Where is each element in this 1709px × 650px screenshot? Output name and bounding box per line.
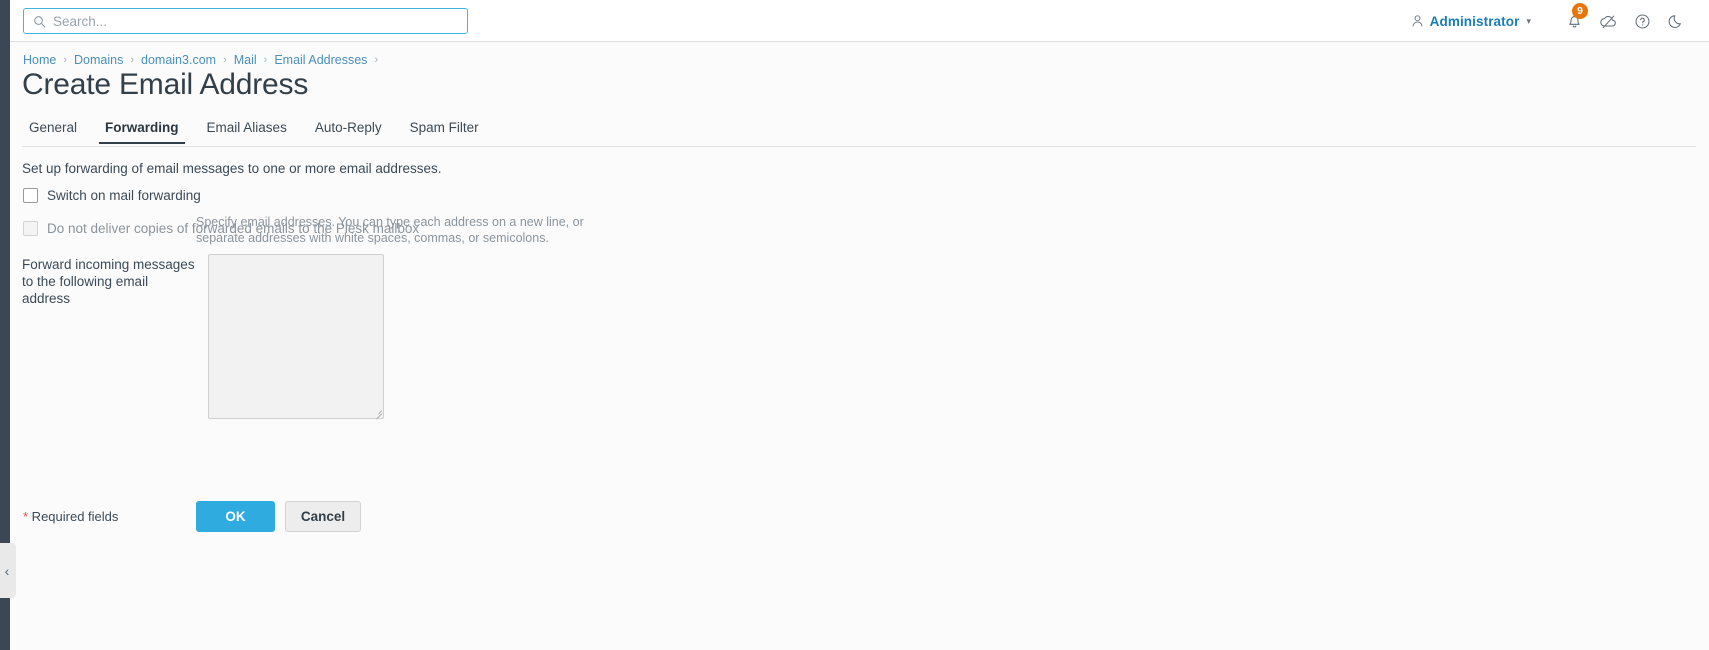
breadcrumb-separator: › <box>63 54 68 66</box>
ok-button[interactable]: OK <box>196 501 275 532</box>
plesk-page: ‹ Administrator ▾ <box>0 0 1709 650</box>
breadcrumb-separator: › <box>223 54 227 66</box>
tab-spam-filter[interactable]: Spam Filter <box>396 120 493 143</box>
tab-forwarding[interactable]: Forwarding <box>91 120 193 144</box>
switch-on-forwarding-label: Switch on mail forwarding <box>47 188 201 203</box>
top-bar: Administrator ▾ 9 <box>10 0 1709 42</box>
user-icon <box>1411 14 1424 28</box>
form-buttons: OK Cancel <box>10 501 610 533</box>
breadcrumb-item-domain3[interactable]: domain3.com <box>141 53 216 67</box>
tab-email-aliases[interactable]: Email Aliases <box>193 120 301 143</box>
dark-mode-button[interactable] <box>1659 0 1693 42</box>
help-button[interactable] <box>1625 0 1659 42</box>
forward-address-input-wrap <box>208 254 384 419</box>
sidebar-collapse-button[interactable]: ‹ <box>0 543 16 598</box>
notifications-button[interactable]: 9 <box>1557 0 1591 42</box>
page-title: Create Email Address <box>22 68 309 101</box>
breadcrumb-item-email-addresses[interactable]: Email Addresses <box>274 53 367 67</box>
forwarding-description: Set up forwarding of email messages to o… <box>22 161 442 176</box>
breadcrumb-item-home[interactable]: Home <box>23 53 56 67</box>
switch-on-forwarding-checkbox[interactable] <box>23 188 38 203</box>
no-copies-checkbox <box>23 221 38 236</box>
forward-address-label: Forward incoming messages to the followi… <box>22 257 195 306</box>
form-footer: * Required fields OK Cancel <box>10 497 1709 567</box>
forward-address-textarea[interactable] <box>208 254 384 419</box>
tab-auto-reply[interactable]: Auto-Reply <box>301 120 396 143</box>
chevron-down-icon: ▾ <box>1526 15 1531 26</box>
cancel-button[interactable]: Cancel <box>285 501 361 532</box>
breadcrumb-separator: › <box>374 54 379 66</box>
user-name-label: Administrator <box>1429 13 1520 29</box>
cloud-slash-button[interactable] <box>1591 0 1625 42</box>
breadcrumb-item-domains[interactable]: Domains <box>74 53 123 67</box>
forward-address-hint: Specify email addresses. You can type ea… <box>196 215 584 245</box>
search-input[interactable] <box>53 13 433 29</box>
breadcrumb: Home › Domains › domain3.com › Mail › Em… <box>23 53 385 67</box>
tab-bar: General Forwarding Email Aliases Auto-Re… <box>22 120 1696 147</box>
notification-badge: 9 <box>1572 3 1588 19</box>
main-content: Home › Domains › domain3.com › Mail › Em… <box>10 42 1709 650</box>
breadcrumb-item-mail[interactable]: Mail <box>234 53 257 67</box>
tab-general[interactable]: General <box>22 120 91 143</box>
search-box[interactable] <box>23 8 468 34</box>
switch-on-forwarding-row[interactable]: Switch on mail forwarding <box>23 188 201 203</box>
chevron-left-icon: ‹ <box>4 562 10 579</box>
search-icon <box>33 15 46 28</box>
user-menu[interactable]: Administrator ▾ <box>1411 14 1531 29</box>
breadcrumb-separator: › <box>130 54 135 66</box>
top-bar-actions: Administrator ▾ 9 <box>1411 0 1693 42</box>
breadcrumb-separator: › <box>263 54 268 66</box>
